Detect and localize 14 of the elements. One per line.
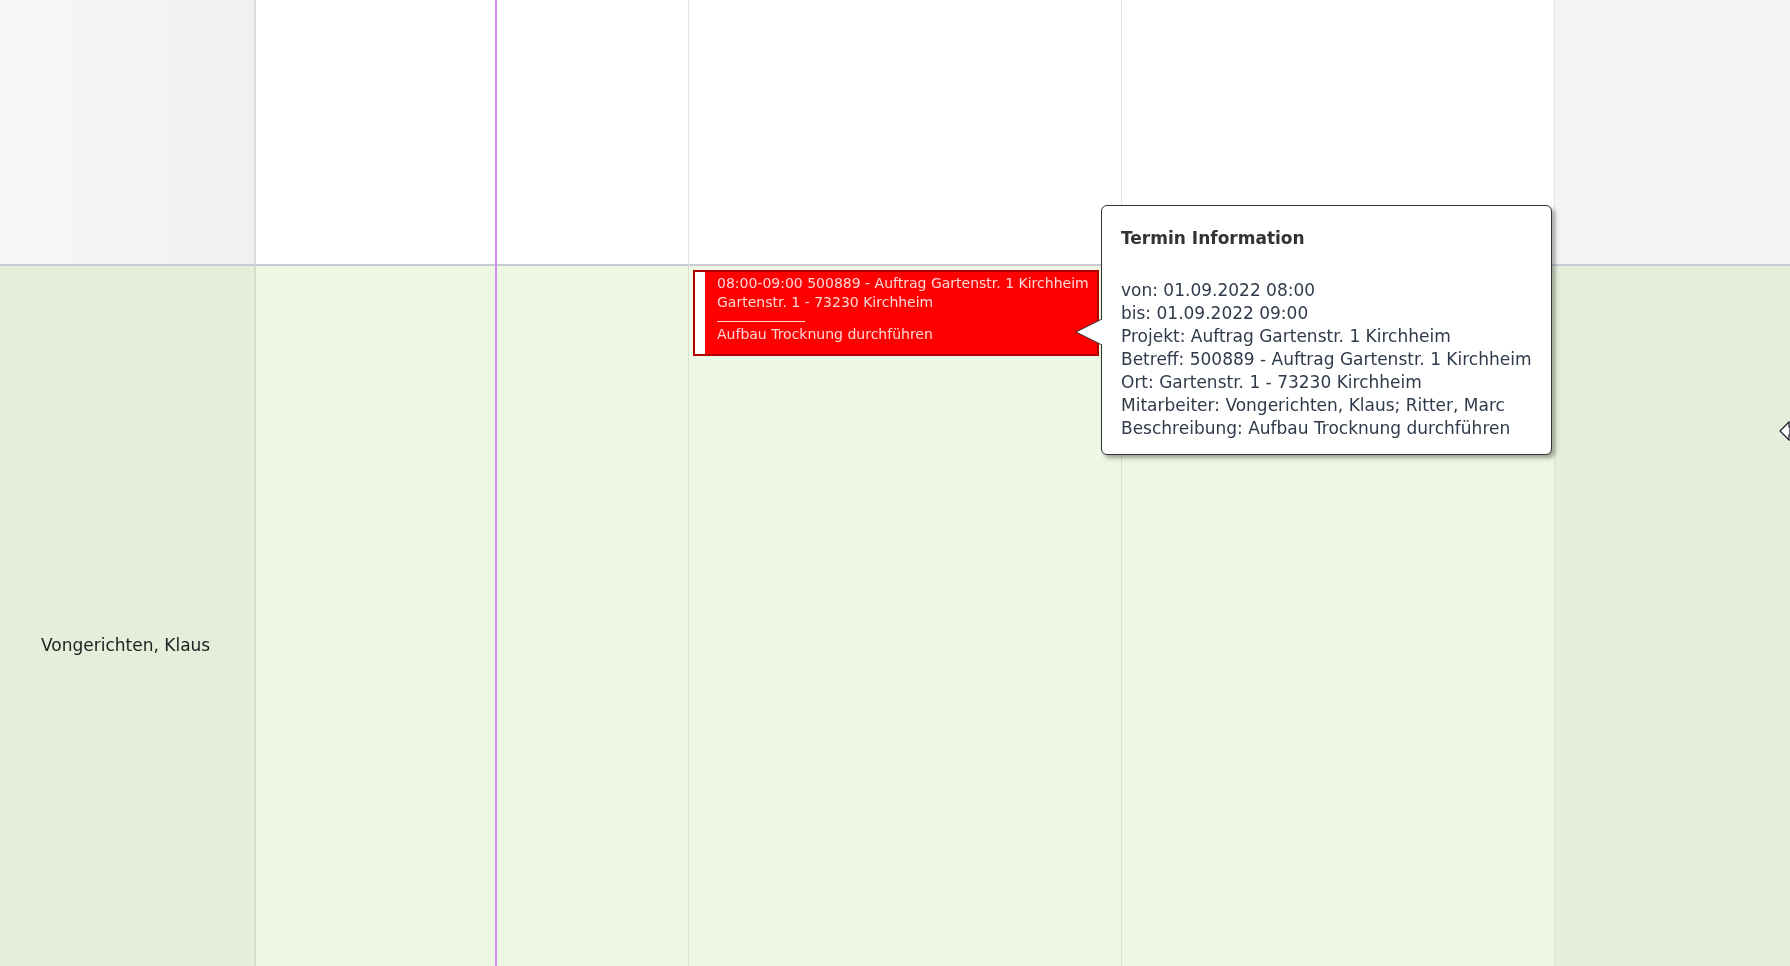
tooltip-line: Projekt: Auftrag Gartenstr. 1 Kirchheim bbox=[1121, 324, 1452, 348]
tooltip-line: Beschreibung: Aufbau Trocknung durchführen bbox=[1121, 416, 1512, 440]
tooltip-line: bis: 01.09.2022 09:00 bbox=[1121, 301, 1310, 325]
appointment-text: 08:00-09:00 500889 - Auftrag Gartenstr. 1 Kirchheim bbox=[717, 274, 1089, 293]
appointment-description: Aufbau Trocknung durchführen bbox=[717, 325, 934, 344]
resource-name: Vongerichten, Klaus bbox=[41, 634, 211, 657]
tooltip-title: Termin Information bbox=[1121, 227, 1306, 250]
tooltip-line: Ort: Gartenstr. 1 - 73230 Kirchheim bbox=[1121, 370, 1423, 394]
tooltip-line: Mitarbeiter: Vongerichten, Klaus; Ritter, Marc bbox=[1121, 393, 1506, 417]
appointment-text: Gartenstr. 1 - 73230 Kirchheim bbox=[717, 293, 935, 312]
tooltip-line: Betreff: 500889 - Auftrag Gartenstr. 1 Kirchheim bbox=[1121, 347, 1533, 371]
cursor-icon bbox=[1779, 421, 1790, 441]
appointment-block[interactable]: 08:00-09:00 500889 - Auftrag Gartenstr. 1 Kirchheim Gartenstr. 1 - 73230 Kirchheim Aufbau Trocknung durchführen bbox=[693, 270, 1099, 356]
tooltip-line: von: 01.09.2022 08:00 bbox=[1121, 278, 1317, 302]
